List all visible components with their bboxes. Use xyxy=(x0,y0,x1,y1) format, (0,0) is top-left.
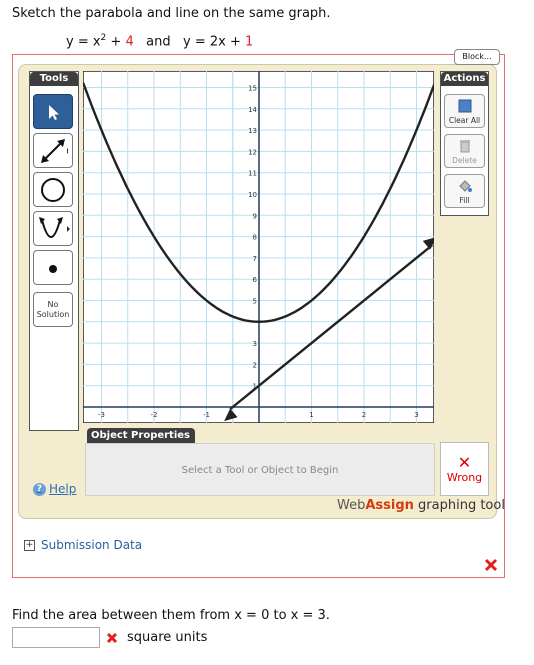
x-tick-label: 2 xyxy=(362,411,366,419)
x-tick-label: -1 xyxy=(203,411,210,419)
eq1-constant: 4 xyxy=(125,34,134,50)
y-tick-label: 12 xyxy=(248,148,257,156)
y-tick-label: 5 xyxy=(253,298,257,306)
delete-label: Delete xyxy=(452,156,477,165)
x-tick-label: -3 xyxy=(98,411,105,419)
y-tick-label: 2 xyxy=(253,361,257,369)
brand-assign: Assign xyxy=(365,498,414,513)
circle-icon xyxy=(41,177,65,202)
area-question: Find the area between them from x = 0 to… xyxy=(12,608,330,623)
clear-all-icon xyxy=(458,99,471,113)
y-tick-label: 13 xyxy=(248,127,257,135)
eq2-constant: 1 xyxy=(245,34,254,50)
fill-label: Fill xyxy=(459,196,470,205)
paint-bucket-icon xyxy=(458,180,472,192)
webassign-branding: WebAssign graphing tool xyxy=(337,498,505,513)
equations-and: and xyxy=(146,34,171,50)
line-tool-button[interactable] xyxy=(33,133,73,168)
wrong-x-icon xyxy=(106,632,118,643)
coordinate-graph[interactable]: -3 -2 -1 1 2 315141312111098765321 xyxy=(83,71,434,423)
y-tick-label: 7 xyxy=(253,255,257,263)
no-solution-line1: No xyxy=(47,299,59,309)
parabola-tool-button[interactable] xyxy=(33,211,73,246)
wrong-x-icon: ✕ xyxy=(457,453,472,472)
x-tick-label: -2 xyxy=(151,411,158,419)
pointer-tool-button[interactable] xyxy=(33,94,73,129)
brand-tool: graphing tool xyxy=(413,498,505,513)
y-tick-label: 3 xyxy=(253,340,257,348)
delete-button[interactable]: Delete xyxy=(444,134,485,168)
actions-header: Actions xyxy=(441,72,488,86)
x-tick-label: 1 xyxy=(309,411,313,419)
parabola-icon xyxy=(39,216,70,238)
block-button[interactable]: Block... xyxy=(454,49,500,65)
pointer-icon xyxy=(49,104,59,120)
point-tool-button[interactable] xyxy=(33,250,73,285)
expand-plus-icon: + xyxy=(24,539,35,551)
y-tick-label: 9 xyxy=(253,212,257,220)
wrong-label: Wrong xyxy=(446,471,483,484)
x-tick-label: 3 xyxy=(414,411,418,419)
eq2-prefix: y = 2x + xyxy=(183,34,245,50)
object-properties-panel: Select a Tool or Object to Begin xyxy=(85,443,435,496)
brand-web: Web xyxy=(337,498,366,513)
eq1-plus: + xyxy=(106,34,126,50)
answer-units-row: square units xyxy=(106,630,207,645)
y-tick-label: 11 xyxy=(248,170,257,178)
object-properties-tab[interactable]: Object Properties xyxy=(87,428,195,443)
help-label: Help xyxy=(49,482,77,496)
circle-tool-button[interactable] xyxy=(33,172,73,207)
fill-button[interactable]: Fill xyxy=(444,174,485,208)
tools-header: Tools xyxy=(30,72,78,86)
tools-panel: Tools No Solution xyxy=(29,71,79,431)
y-tick-label: 10 xyxy=(248,191,257,199)
eq1-prefix: y = x xyxy=(66,34,101,50)
submission-data-toggle[interactable]: + Submission Data xyxy=(24,538,142,552)
y-tick-label: 15 xyxy=(248,85,257,93)
problem-prompt: Sketch the parabola and line on the same… xyxy=(12,6,331,21)
clear-all-button[interactable]: Clear All xyxy=(444,94,485,128)
clear-all-label: Clear All xyxy=(448,116,481,125)
y-tick-label: 6 xyxy=(253,276,258,284)
wrong-status-box: ✕ Wrong xyxy=(440,442,489,496)
y-tick-label: 8 xyxy=(253,234,257,242)
wrong-x-icon xyxy=(484,558,498,572)
help-icon: ? xyxy=(33,482,46,496)
line-arrows-icon xyxy=(41,138,68,163)
y-tick-label: 14 xyxy=(248,106,257,114)
help-link[interactable]: ? Help xyxy=(33,482,76,496)
submission-data-label: Submission Data xyxy=(41,538,143,552)
trash-icon xyxy=(459,140,470,153)
no-solution-button[interactable]: No Solution xyxy=(33,292,73,327)
no-solution-line2: Solution xyxy=(36,309,70,319)
point-icon xyxy=(49,264,57,273)
actions-panel: Actions Clear All Delete Fill xyxy=(440,71,489,216)
equations-line: y = x2 + 4 and y = 2x + 1 xyxy=(66,33,253,49)
area-answer-input[interactable] xyxy=(12,627,100,648)
units-label: square units xyxy=(127,630,208,645)
